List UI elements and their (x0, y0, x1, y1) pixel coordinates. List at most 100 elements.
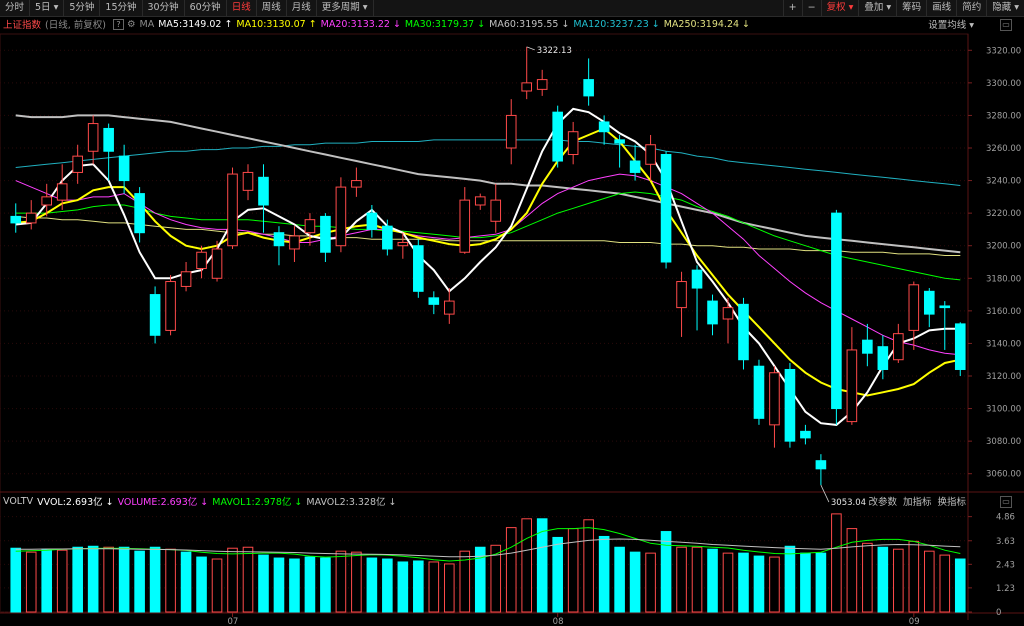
price-tick-label: 3300.00 (986, 79, 1021, 89)
candle-body (784, 368, 796, 442)
candle-body (862, 339, 873, 354)
price-tick-label: 3140.00 (986, 339, 1021, 349)
price-tick-label: 3180.00 (986, 274, 1021, 284)
volume-bar (366, 557, 378, 613)
volume-bar (567, 528, 579, 613)
month-label: 09 (909, 617, 920, 626)
candle-body (831, 212, 842, 410)
candle-body (877, 346, 889, 370)
volume-bar (149, 546, 161, 613)
volume-bar (25, 551, 37, 613)
candle-body (505, 114, 517, 149)
volume-bar (227, 547, 238, 613)
volume-tick-label: 0 (996, 608, 1001, 618)
candle-body (443, 300, 455, 315)
volume-bar (939, 554, 951, 613)
candle-body (691, 269, 703, 289)
price-tick-label: 3120.00 (986, 372, 1021, 382)
volume-bar (954, 558, 966, 613)
candle-body (196, 251, 207, 270)
candle-body (397, 241, 409, 247)
price-tick-label: 3280.00 (986, 111, 1021, 121)
volume-bar (614, 546, 625, 613)
month-label: 07 (228, 617, 239, 626)
volume-tick-label: 3.63 (996, 537, 1015, 547)
candle-body (893, 333, 904, 361)
annotation-label: 3053.04 (831, 498, 866, 508)
candle-body (954, 323, 966, 370)
volume-bar (583, 519, 594, 613)
price-tick-label: 3220.00 (986, 209, 1021, 219)
plot-frame (0, 33, 969, 613)
volume-bar (629, 551, 641, 613)
volume-bar (118, 546, 130, 613)
candle-body (800, 430, 811, 439)
candle-body (552, 111, 563, 162)
month-label: 08 (553, 617, 564, 626)
volume-bar (800, 552, 811, 613)
candle-body (769, 372, 780, 426)
volume-bar (351, 551, 362, 613)
candle-body (428, 297, 440, 305)
candle-body (41, 196, 53, 206)
volume-bar (738, 552, 749, 613)
volume-bar (691, 546, 703, 613)
volume-tick-label: 2.43 (996, 560, 1015, 570)
candlestick-chart[interactable]: 3060.00 3080.00 3100.00 3120.00 3140.00 3160.… (0, 0, 1024, 626)
candle-body (180, 271, 192, 287)
candle-body (459, 199, 471, 253)
volume-bar (211, 558, 223, 613)
price-tick-label: 3080.00 (986, 437, 1021, 447)
volume-bar (645, 552, 656, 613)
volume-bar (397, 561, 409, 613)
candle-body (258, 176, 269, 206)
candle-body (56, 183, 68, 201)
volume-bar (521, 518, 533, 613)
candle-body (939, 305, 951, 309)
volume-bar (242, 546, 254, 613)
price-tick-label: 3200.00 (986, 242, 1021, 252)
volume-bar (289, 558, 300, 613)
candle-body (536, 79, 548, 90)
candle-body (676, 281, 687, 309)
line-ma10 (15, 127, 961, 397)
candle-body (474, 196, 486, 206)
volume-bar (552, 536, 563, 613)
price-tick-label: 3100.00 (986, 405, 1021, 415)
volume-bar (87, 545, 99, 613)
candle-body (25, 212, 37, 224)
volume-bar (443, 563, 455, 613)
volume-bar (923, 550, 935, 613)
line-ma30 (15, 191, 961, 281)
volume-bar (505, 527, 517, 613)
price-tick-label: 3240.00 (986, 177, 1021, 187)
annotation-pointer (526, 46, 535, 51)
annotation-pointer (820, 484, 830, 503)
price-tick-label: 3260.00 (986, 144, 1021, 154)
candle-body (118, 155, 130, 182)
candle-body (366, 212, 378, 230)
candle-body (134, 193, 145, 234)
volume-bar (72, 546, 83, 613)
volume-bar (753, 555, 765, 613)
price-tick-label: 3320.00 (986, 46, 1021, 56)
volume-bar (722, 552, 734, 613)
volume-bar (196, 556, 207, 613)
volume-bar (707, 548, 718, 613)
line-ma60 (15, 114, 961, 254)
candle-body (227, 173, 238, 247)
candle-body (815, 460, 827, 470)
volume-bar (428, 561, 440, 613)
price-tick-label: 3060.00 (986, 470, 1021, 480)
price-tick-label: 3160.00 (986, 307, 1021, 317)
candle-body (753, 365, 765, 419)
candle-body (87, 123, 99, 152)
volume-bar (10, 547, 22, 613)
candle-body (722, 307, 734, 320)
volume-bar (165, 548, 176, 613)
volume-bar (846, 528, 858, 613)
volume-bar (660, 531, 672, 613)
volume-bar (784, 545, 796, 613)
candle-body (645, 144, 656, 165)
candle-body (10, 215, 22, 224)
